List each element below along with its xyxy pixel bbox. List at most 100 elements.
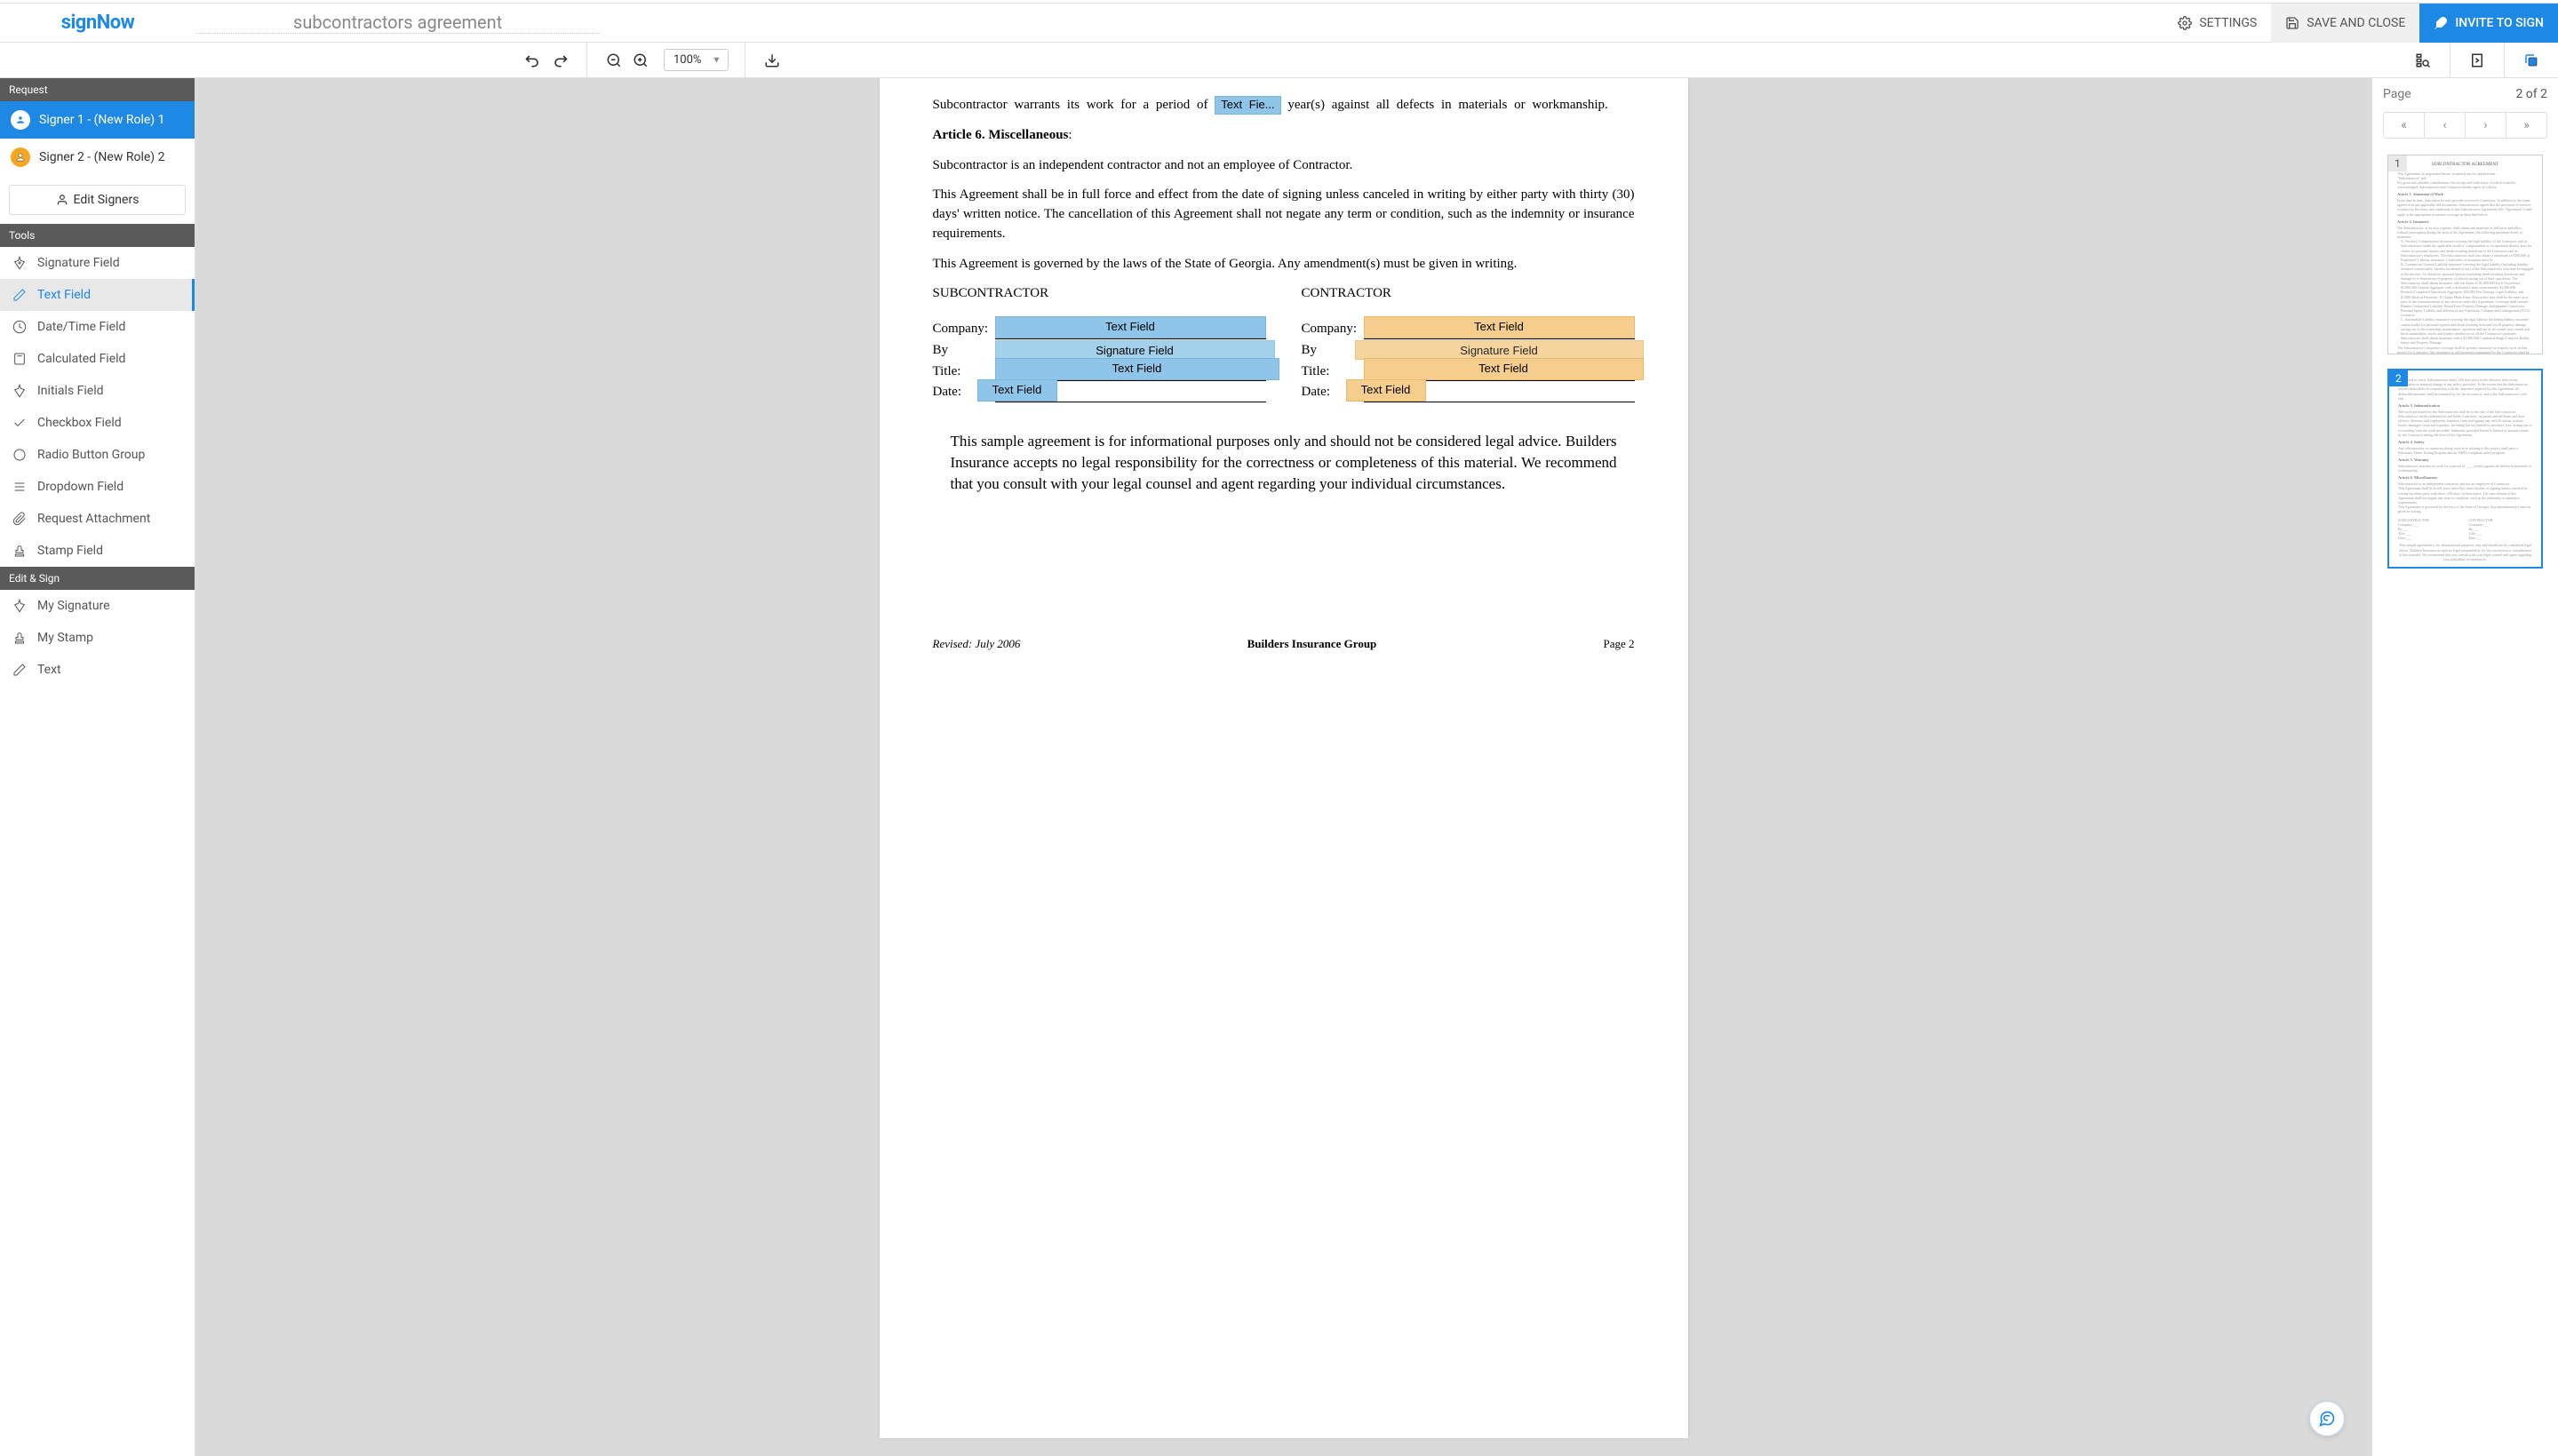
zoom-out-button[interactable] [603,50,625,71]
company-label: Company: [1302,320,1364,339]
editsign-text[interactable]: Text [0,654,195,686]
toolbar: 100% ▼ [0,43,2558,78]
circle-icon [12,448,27,462]
tool-request-attachment[interactable]: Request Attachment [0,503,195,535]
con-company-text-field[interactable]: Text Field [1364,316,1635,338]
download-icon [764,52,780,68]
save-close-button[interactable]: SAVE AND CLOSE [2271,4,2419,43]
request-section-header: Request [0,78,195,101]
invite-label: INVITE TO SIGN [2455,16,2544,30]
document-canvas[interactable]: Subcontractor warrants its work for a pe… [195,78,2371,1456]
undo-button[interactable] [522,50,544,71]
tool-label: Initials Field [37,384,104,398]
paperclip-icon [12,512,27,526]
sub-title-text-field[interactable]: Text Field [995,358,1279,380]
page-arrow-icon [2469,52,2485,68]
tool-signature-field[interactable]: Signature Field [0,247,195,279]
pen-icon [12,384,27,398]
contractor-signature-block: CONTRACTOR Company:Text Field BySignatur… [1302,284,1635,404]
document-title[interactable]: subcontractors agreement [195,12,600,34]
warranty-text-field[interactable]: Text Fie... [1215,96,1280,115]
editsign-my-signature[interactable]: My Signature [0,590,195,622]
tool-label: Request Attachment [37,512,150,526]
person-icon [56,194,68,206]
thumb-number: 2 [2389,370,2408,386]
tool-label: Calculated Field [37,352,125,366]
tool-text-field[interactable]: Text Field [0,279,195,311]
force-effect-text: This Agreement shall be in full force an… [933,186,1635,243]
thumbnail-page-1[interactable]: 1 SUBCONTRACTOR AGREEMENT This Agreement… [2387,155,2543,354]
page-number-text: Page 2 [1603,636,1634,653]
sub-company-text-field[interactable]: Text Field [995,316,1266,338]
gear-icon [2178,16,2192,30]
app-header: signNow subcontractors agreement SETTING… [0,4,2558,43]
editsign-my-stamp[interactable]: My Stamp [0,622,195,654]
company-footer-text: Builders Insurance Group [1247,636,1377,653]
first-page-button[interactable]: « [2384,113,2424,138]
signer-2-row[interactable]: Signer 2 - (New Role) 2 [0,139,195,176]
tool-initials-field[interactable]: Initials Field [0,375,195,407]
zoom-select[interactable]: 100% ▼ [664,49,729,71]
logo: signNow [0,12,195,34]
pen-nib-icon [12,256,27,270]
copy-icon [2523,52,2539,68]
copy-button[interactable] [2521,50,2542,71]
chevron-down-icon: ▼ [713,55,721,65]
con-date-text-field[interactable]: Text Field [1346,379,1426,402]
by-label: By [933,341,995,361]
pencil-icon [12,663,27,677]
zoom-in-button[interactable] [630,50,651,71]
page-count: 2 of 2 [2515,87,2547,101]
tool-radio-group[interactable]: Radio Button Group [0,439,195,471]
disclaimer-text: This sample agreement is for information… [933,431,1635,494]
thumbnails-panel: Page 2 of 2 « ‹ › » 1 SUBCONTRACTOR AGRE… [2371,78,2558,1456]
signer-1-label: Signer 1 - (New Role) 1 [39,113,164,127]
warranty-text-pre: Subcontractor warrants its work for a pe… [933,98,1215,112]
last-page-button[interactable]: » [2506,113,2546,138]
thumb-number: 1 [2388,155,2407,171]
tool-datetime-field[interactable]: Date/Time Field [0,311,195,343]
edit-signers-label: Edit Signers [74,193,139,207]
stamp-icon [12,544,27,558]
download-button[interactable] [761,50,783,71]
page-arrow-button[interactable] [2466,50,2488,71]
tree-view-button[interactable] [2412,50,2434,71]
next-page-button[interactable]: › [2465,113,2506,138]
article-6-heading: Article 6. Miscellaneous [933,128,1069,142]
subcontractor-heading: SUBCONTRACTOR [933,284,1266,304]
save-icon [2285,16,2299,30]
tool-calculated-field[interactable]: Calculated Field [0,343,195,375]
settings-button[interactable]: SETTINGS [2164,4,2271,43]
tree-search-icon [2415,52,2431,68]
zoom-in-icon [633,52,649,68]
tool-dropdown-field[interactable]: Dropdown Field [0,471,195,503]
governed-by-text: This Agreement is governed by the laws o… [933,255,1635,274]
undo-icon [524,52,542,69]
redo-button[interactable] [549,50,570,71]
invite-to-sign-button[interactable]: INVITE TO SIGN [2419,4,2558,43]
tool-label: Checkbox Field [37,416,122,430]
redo-icon [551,52,569,69]
chat-bubble-button[interactable] [2309,1401,2345,1436]
title-label: Title: [933,362,995,382]
signer-1-row[interactable]: Signer 1 - (New Role) 1 [0,101,195,139]
thumbnail-page-2[interactable]: 2 If required to verify Subcontractors t… [2387,369,2543,569]
tool-label: Radio Button Group [37,448,145,462]
sub-date-text-field[interactable]: Text Field [977,379,1057,402]
tools-section-header: Tools [0,224,195,247]
edit-signers-button[interactable]: Edit Signers [9,185,186,215]
page-footer: Revised: July 2006 Builders Insurance Gr… [933,636,1635,653]
sub-signature-field[interactable]: Signature Field [995,340,1275,360]
tool-stamp-field[interactable]: Stamp Field [0,535,195,567]
pencil-icon [12,288,27,302]
tool-label: Signature Field [37,256,120,270]
tool-label: Text [37,663,61,677]
list-icon [12,480,27,494]
con-title-text-field[interactable]: Text Field [1364,358,1644,380]
save-close-label: SAVE AND CLOSE [2307,16,2405,30]
tool-checkbox-field[interactable]: Checkbox Field [0,407,195,439]
pen-nib-icon [12,599,27,613]
con-signature-field[interactable]: Signature Field [1355,340,1644,360]
prev-page-button[interactable]: ‹ [2424,113,2465,138]
zoom-value: 100% [673,53,701,67]
